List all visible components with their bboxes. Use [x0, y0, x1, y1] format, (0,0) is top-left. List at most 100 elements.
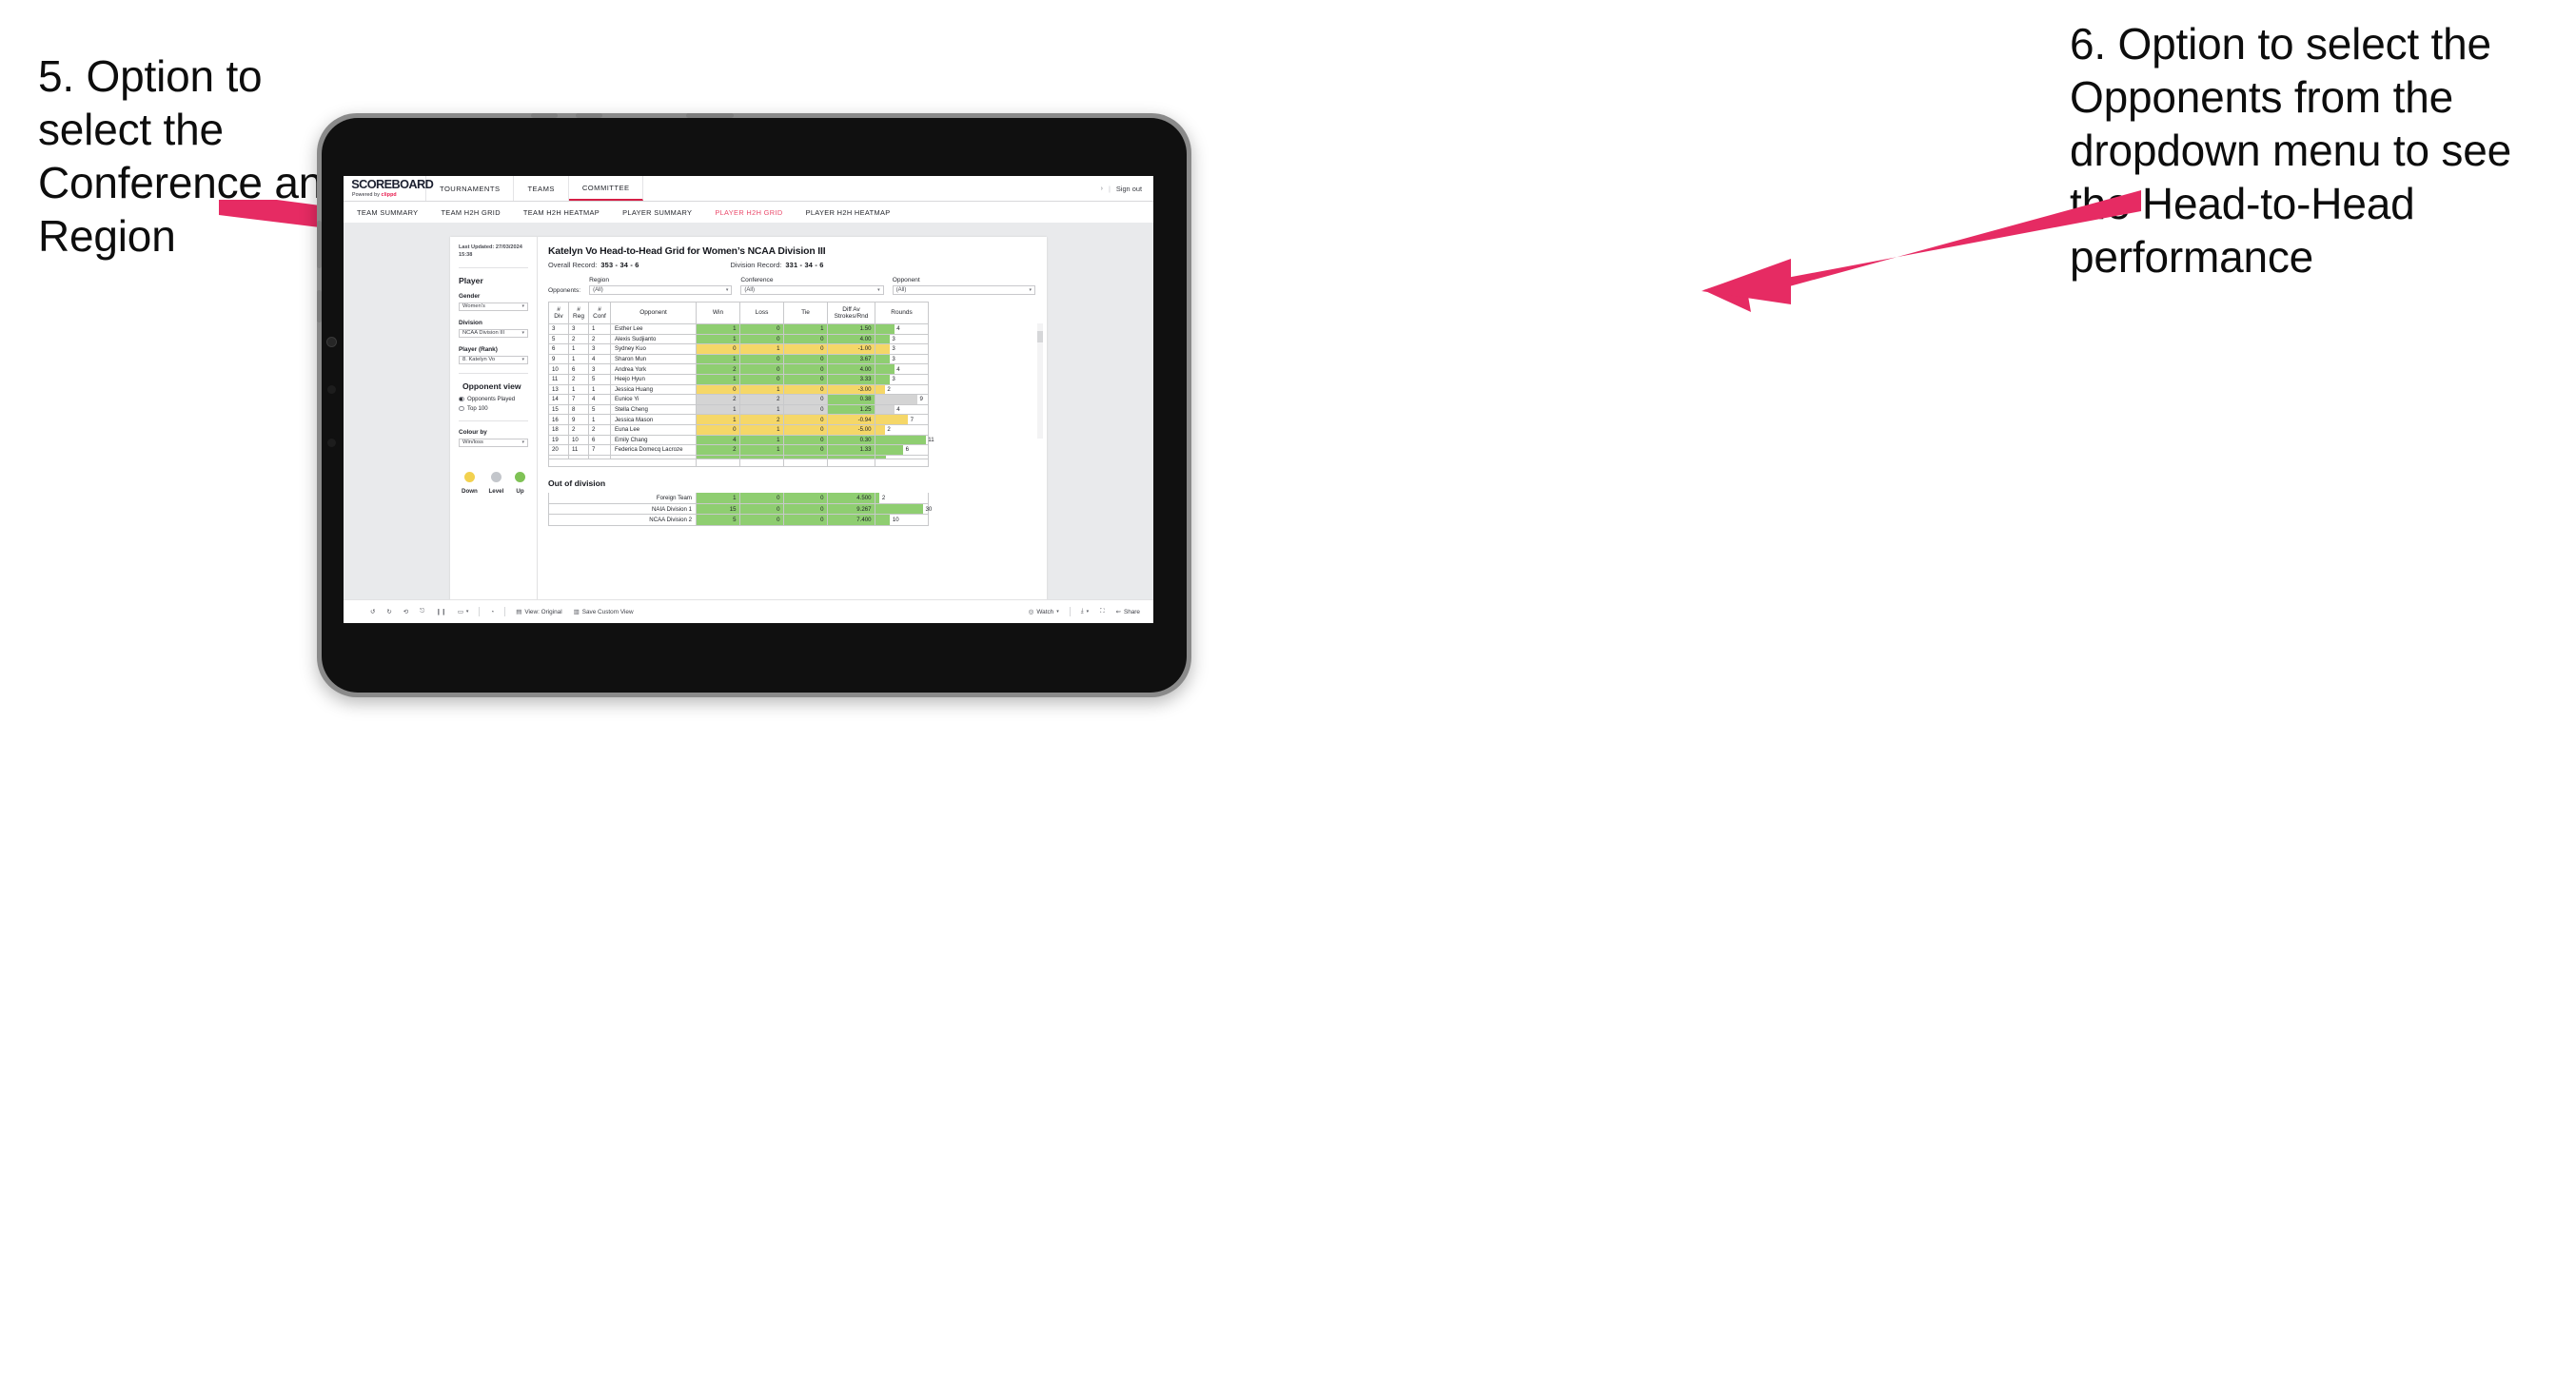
- undo-button[interactable]: ↺: [364, 608, 381, 615]
- cell-reg: 6: [568, 363, 589, 375]
- cell-win: 2: [696, 394, 740, 405]
- table-row[interactable]: 5 2 2 Alexis Sudjianto 1 0 0 4.00 3: [548, 334, 929, 345]
- filter-conference: Conference (All) ▾: [740, 277, 884, 295]
- table-row[interactable]: 9 1 4 Sharon Mun 1 0 0 3.67 3: [548, 354, 929, 365]
- download-button[interactable]: ⤓ ▾: [1075, 608, 1094, 615]
- cell-loss: 0: [739, 363, 784, 375]
- scoreboard-app: SCOREBOARD Powered by clippd TOURNAMENTS…: [344, 176, 1153, 623]
- pause-button[interactable]: ❙❙: [430, 608, 452, 615]
- sign-out-area[interactable]: › | Sign out: [1101, 176, 1153, 201]
- table-row[interactable]: 13 1 1 Jessica Huang 0 1 0 -3.00 2: [548, 384, 929, 396]
- radio-opponents-played[interactable]: Opponents Played: [459, 396, 528, 402]
- table-row[interactable]: 3 3 1 Esther Lee 1 0 1 1.50 4: [548, 323, 929, 335]
- cell-win: 5: [696, 514, 740, 526]
- region-label: Region: [589, 277, 609, 283]
- cell-loss: 2: [739, 394, 784, 405]
- sub-nav-team-summary[interactable]: TEAM SUMMARY: [357, 208, 418, 217]
- cell-tie: 0: [783, 503, 828, 516]
- opponent-value: (All): [895, 287, 907, 293]
- cell-conf: 3: [588, 343, 611, 355]
- device-button-top-3: [686, 113, 734, 118]
- save-label: Save Custom View: [581, 608, 634, 615]
- gender-select[interactable]: Women's ▾: [459, 302, 528, 312]
- legend-label: Down: [462, 488, 478, 496]
- out-of-division-row[interactable]: NCAA Division 2 5 0 0 7.400 10: [548, 514, 929, 526]
- cell-loss: 1: [739, 444, 784, 456]
- device-sensor-2: [327, 439, 336, 447]
- share-button[interactable]: ⇜ Share: [1111, 608, 1153, 616]
- cell-div: 15: [548, 404, 569, 416]
- col-tie: Tie: [783, 302, 828, 324]
- fullscreen-button[interactable]: ⛶: [1094, 608, 1110, 615]
- cell-loss: 0: [739, 323, 784, 335]
- table-row[interactable]: 19 10 6 Emily Chang 4 1 0 0.30 11: [548, 435, 934, 446]
- table-row[interactable]: 14 7 4 Eunice Yi 2 2 0 0.38 9: [548, 394, 929, 405]
- scoreboard-logo[interactable]: SCOREBOARD Powered by clippd: [344, 176, 434, 201]
- sub-nav-team-h2h-grid[interactable]: TEAM H2H GRID: [441, 208, 500, 217]
- cell-conf: 4: [588, 354, 611, 365]
- cell-tie: 0: [783, 414, 828, 425]
- radio-top-100[interactable]: Top 100: [459, 405, 528, 412]
- table-row[interactable]: 16 9 1 Jessica Mason 1 2 0 -0.94 7: [548, 414, 929, 425]
- sub-nav-player-h2h-heatmap[interactable]: PLAYER H2H HEATMAP: [806, 208, 891, 217]
- cell-rounds: 7: [875, 414, 929, 425]
- division-select[interactable]: NCAA Division III ▾: [459, 328, 528, 339]
- table-scrollbar-track[interactable]: [1037, 323, 1043, 439]
- sub-nav-player-summary[interactable]: PLAYER SUMMARY: [622, 208, 692, 217]
- cell-rounds: 3: [875, 354, 929, 365]
- cell-div: 18: [548, 424, 569, 436]
- powered-by-text: Powered by: [352, 192, 382, 198]
- table-row[interactable]: 15 8 5 Stella Cheng 1 1 0 1.25 4: [548, 404, 929, 416]
- cell-div: 5: [548, 334, 569, 345]
- view-original-button[interactable]: ▤ View: Original: [510, 608, 567, 616]
- top-nav-item-tournaments[interactable]: TOURNAMENTS: [426, 176, 515, 201]
- out-of-division-row[interactable]: NAIA Division 1 15 0 0 9.267 30: [548, 503, 932, 516]
- cell-diff: 3.33: [827, 374, 875, 385]
- table-row[interactable]: 11 2 5 Heejo Hyun 1 0 0 3.33 3: [548, 374, 929, 385]
- top-nav-item-committee[interactable]: COMMITTEE: [568, 176, 644, 201]
- top-nav: TOURNAMENTS TEAMS COMMITTEE: [426, 176, 644, 201]
- device-button-left-2: [317, 290, 322, 322]
- division-record-value: 331 - 34 - 6: [785, 261, 824, 269]
- cell-opponent: Eunice Yi: [610, 394, 697, 405]
- save-view-icon: ▥: [573, 609, 580, 615]
- region-select[interactable]: (All) ▾: [589, 285, 733, 295]
- clock-button[interactable]: ◔: [484, 609, 500, 615]
- sub-nav-player-h2h-grid[interactable]: PLAYER H2H GRID: [715, 208, 782, 217]
- table-row[interactable]: 10 6 3 Andrea York 2 0 0 4.00 4: [548, 363, 929, 375]
- out-of-division-wrapper: Foreign Team 1 0 0 4.500 2 NAIA Division 1 15 0 0…: [548, 492, 1035, 526]
- colour-by-select[interactable]: Win/loss ▾: [459, 438, 528, 448]
- table-row[interactable]: 18 2 2 Euna Lee 0 1 0 -5.00 2: [548, 424, 929, 436]
- watch-button[interactable]: ◎ Watch ▾: [1023, 608, 1065, 616]
- highlight-button[interactable]: ▭ ▾: [452, 608, 475, 615]
- division-label: Division: [459, 320, 482, 327]
- cell-loss: 0: [739, 354, 784, 365]
- page-title: Katelyn Vo Head-to-Head Grid for Women’s…: [548, 246, 826, 257]
- save-custom-view-button[interactable]: ▥ Save Custom View: [568, 608, 639, 616]
- top-nav-item-teams[interactable]: TEAMS: [514, 176, 569, 201]
- out-of-division-row[interactable]: Foreign Team 1 0 0 4.500 2: [548, 492, 929, 504]
- table-row[interactable]: 20 11 7 Federica Domecq Lacroze 2 1 0 1.33 6: [548, 444, 929, 456]
- table-row[interactable]: 6 1 3 Sydney Kuo 0 1 0 -1.00 3: [548, 343, 929, 355]
- conference-select[interactable]: (All) ▾: [740, 285, 884, 295]
- gender-value: Women's: [462, 303, 485, 310]
- sign-out-label[interactable]: Sign out: [1116, 185, 1142, 193]
- cell-win: 1: [696, 414, 740, 425]
- refresh-button[interactable]: ⎋: [414, 608, 430, 615]
- toolbar-divider-2: [504, 607, 506, 616]
- cell-conf: 1: [588, 323, 611, 335]
- opponent-select[interactable]: (All) ▾: [892, 285, 1035, 295]
- redo-button[interactable]: ↻: [381, 608, 397, 615]
- table-scrollbar-thumb[interactable]: [1037, 331, 1043, 342]
- cell-diff: 1.25: [827, 404, 875, 416]
- cell-win: 1: [696, 404, 740, 416]
- revert-button[interactable]: ⟲: [398, 608, 414, 615]
- out-of-division-table: Foreign Team 1 0 0 4.500 2 NAIA Division 1 15 0 0…: [548, 492, 932, 526]
- refresh-icon: ⎋: [420, 608, 425, 615]
- player-rank-select[interactable]: 8. Katelyn Vo ▾: [459, 355, 528, 365]
- logo-powered-by: Powered by clippd: [352, 192, 425, 198]
- cell-tie: 0: [783, 394, 828, 405]
- sub-nav-team-h2h-heatmap[interactable]: TEAM H2H HEATMAP: [523, 208, 600, 217]
- chevron-down-icon: ▾: [521, 330, 524, 337]
- col-loss: Loss: [739, 302, 784, 324]
